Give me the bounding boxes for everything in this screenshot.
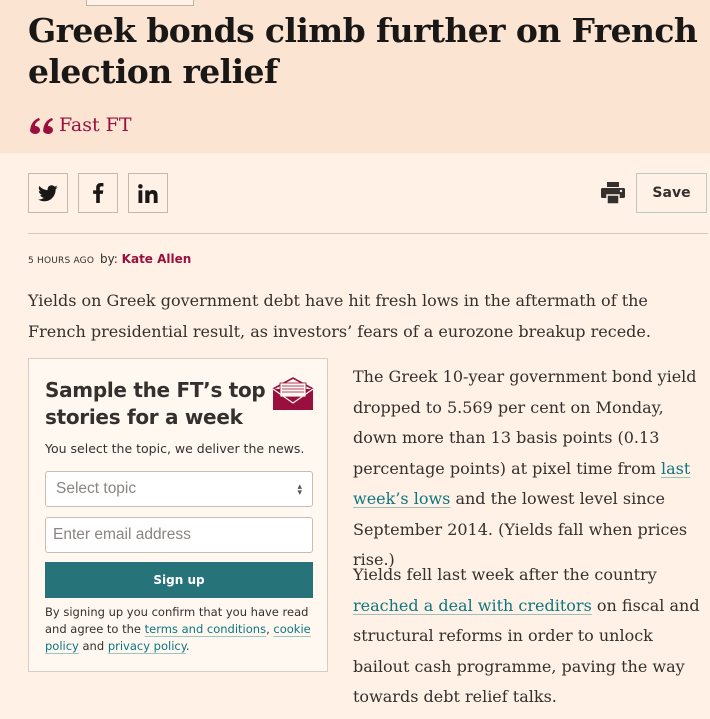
- share-facebook-button[interactable]: [78, 173, 118, 213]
- share-linkedin-button[interactable]: [128, 173, 168, 213]
- lead-paragraph: Yields on Greek government debt have hit…: [28, 291, 651, 341]
- divider: [28, 233, 708, 234]
- select-arrows-icon: ▴ ▾: [297, 481, 302, 497]
- section-link-fastft[interactable]: Fast FT: [28, 114, 132, 136]
- deal-with-creditors-link[interactable]: reached a deal with creditors: [353, 596, 592, 615]
- article-headline: Greek bonds climb further on French elec…: [28, 11, 698, 91]
- quote-icon: [30, 118, 53, 134]
- p2-text-a: The Greek 10-year government bond yield …: [353, 367, 697, 478]
- author-link[interactable]: Kate Allen: [122, 252, 192, 266]
- byline-prefix: by:: [99, 252, 118, 266]
- topic-select-value: Select topic: [56, 480, 137, 497]
- promo-title: Sample the FT’s top stories for a week: [45, 378, 266, 429]
- legal-and: and: [78, 639, 108, 653]
- body-paragraph-2: The Greek 10-year government bond yield …: [353, 362, 709, 576]
- newsletter-promo: Sample the FT’s top stories for a week Y…: [28, 358, 328, 672]
- facebook-icon: [93, 183, 104, 203]
- section-label[interactable]: Fast FT: [59, 114, 132, 136]
- privacy-policy-link[interactable]: privacy policy: [108, 639, 186, 653]
- terms-link[interactable]: terms and conditions: [145, 622, 266, 636]
- promo-subtitle: You select the topic, we deliver the new…: [45, 441, 305, 456]
- byline: 5 HOURS AGO by: Kate Allen: [28, 252, 191, 266]
- share-twitter-button[interactable]: [28, 173, 68, 213]
- p3-text-a: Yields fell last week after the country: [353, 565, 657, 584]
- legal-text: By signing up you confirm that you have …: [45, 604, 317, 655]
- legal-end: .: [185, 639, 190, 653]
- top-tab[interactable]: [86, 0, 194, 6]
- linkedin-icon: [138, 183, 158, 203]
- body-paragraph-3: Yields fell last week after the country …: [353, 560, 709, 713]
- save-button[interactable]: Save: [636, 173, 707, 213]
- topic-select[interactable]: Select topic ▴ ▾: [45, 471, 313, 507]
- sign-up-button[interactable]: Sign up: [45, 562, 313, 598]
- print-icon[interactable]: [601, 182, 625, 204]
- email-input[interactable]: [45, 517, 313, 553]
- timestamp: 5 HOURS AGO: [28, 256, 95, 266]
- twitter-icon: [38, 184, 58, 201]
- envelope-icon: [272, 377, 314, 410]
